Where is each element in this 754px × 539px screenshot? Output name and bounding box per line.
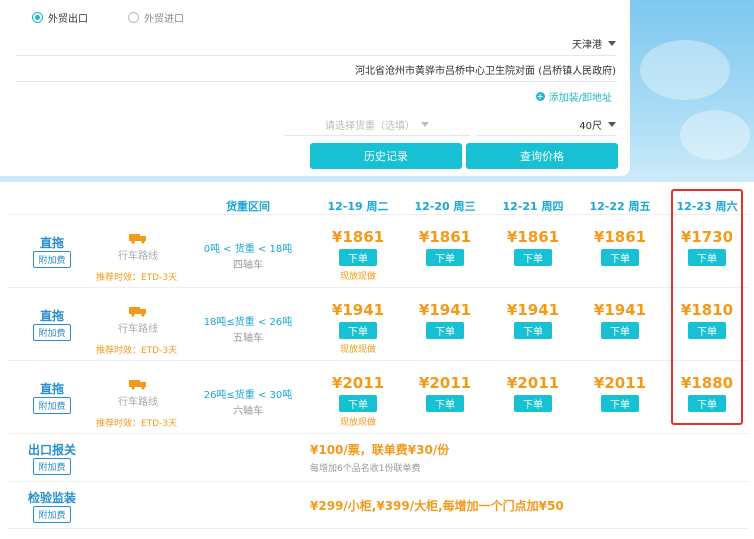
order-button[interactable]: 下单 <box>601 249 639 266</box>
surcharge-tag[interactable]: 附加费 <box>33 397 71 414</box>
service-direct-drag: 直拖 <box>39 309 64 323</box>
plus-circle-icon: + <box>535 92 545 101</box>
surcharge-tag[interactable]: 附加费 <box>33 506 71 523</box>
port-select[interactable]: 天津港 <box>16 32 616 56</box>
eta-text: 推荐时效：ETD-3天 <box>96 273 178 283</box>
order-button[interactable]: 下单 <box>339 322 377 339</box>
chevron-down-icon <box>608 41 616 46</box>
divider <box>8 287 748 288</box>
header-date-3: 12-21 周四 <box>502 200 564 213</box>
weight-range: 0吨 < 货重 < 18吨 <box>203 244 293 255</box>
truck-axle-type: 五轴车 <box>233 333 263 344</box>
order-button[interactable]: 下单 <box>514 395 552 412</box>
chevron-down-icon <box>608 122 616 127</box>
query-price-button[interactable]: 查询价格 <box>466 143 618 169</box>
cash-release-note: 现放现做 <box>339 418 376 428</box>
order-button[interactable]: 下单 <box>426 395 464 412</box>
price-value: ¥1941 <box>593 301 647 319</box>
divider <box>8 481 748 482</box>
eta-text: 推荐时效：ETD-3天 <box>96 346 178 356</box>
header-date-1: 12-19 周二 <box>327 200 389 213</box>
order-button[interactable]: 下单 <box>426 249 464 266</box>
eta-text: 推荐时效：ETD-3天 <box>96 419 178 429</box>
order-button[interactable]: 下单 <box>339 395 377 412</box>
trade-type-radio-group: 外贸出口 外贸进口 <box>32 10 184 25</box>
price-value: ¥1861 <box>506 228 560 246</box>
price-value: ¥1941 <box>418 301 472 319</box>
service-direct-drag: 直拖 <box>39 382 64 396</box>
route-link[interactable]: 行车路线 <box>108 320 168 335</box>
service-export-customs: 出口报关 <box>27 443 76 457</box>
divider <box>8 214 748 215</box>
surcharge-tag[interactable]: 附加费 <box>33 324 71 341</box>
truck-icon <box>129 306 147 317</box>
container-size-select[interactable]: 40尺 <box>476 114 616 136</box>
surcharge-tag[interactable]: 附加费 <box>33 251 71 268</box>
address-field[interactable]: 河北省沧州市黄骅市吕桥中心卫生院对面 (吕桥镇人民政府) <box>16 58 616 82</box>
order-button[interactable]: 下单 <box>601 322 639 339</box>
price-value: ¥1941 <box>331 301 385 319</box>
radio-checked-icon <box>32 12 43 23</box>
order-button[interactable]: 下单 <box>339 249 377 266</box>
order-button[interactable]: 下单 <box>514 322 552 339</box>
weight-range: 18吨≤货重 < 26吨 <box>203 317 293 328</box>
price-value: ¥2011 <box>331 374 385 392</box>
service-inspection: 检验监装 <box>27 491 76 505</box>
order-button[interactable]: 下单 <box>514 249 552 266</box>
radio-export[interactable]: 外贸出口 <box>32 10 88 25</box>
extra-price: ¥100/票，联单费¥30/份 <box>310 443 450 457</box>
divider <box>8 528 748 529</box>
extra-note: 每增加6个品名收1份联单费 <box>310 464 421 474</box>
radio-import[interactable]: 外贸进口 <box>128 10 184 25</box>
cash-release-note: 现放现做 <box>339 272 376 282</box>
order-button[interactable]: 下单 <box>601 395 639 412</box>
cargo-weight-select[interactable]: 请选择货重（选填） <box>284 114 470 136</box>
price-value: ¥1861 <box>331 228 385 246</box>
truck-axle-type: 四轴车 <box>233 260 263 271</box>
truck-icon <box>129 233 147 244</box>
route-link[interactable]: 行车路线 <box>108 247 168 262</box>
price-value: ¥1941 <box>506 301 560 319</box>
truck-icon <box>129 379 147 390</box>
history-button[interactable]: 历史记录 <box>310 143 462 169</box>
order-button[interactable]: 下单 <box>426 322 464 339</box>
weight-range: 26吨≤货重 < 30吨 <box>203 390 293 401</box>
surcharge-tag[interactable]: 附加费 <box>33 458 71 475</box>
divider <box>8 360 748 361</box>
price-value: ¥1861 <box>593 228 647 246</box>
chevron-down-icon <box>421 122 429 127</box>
price-value: ¥2011 <box>506 374 560 392</box>
header-date-4: 12-22 周五 <box>589 200 651 213</box>
header-weight-range: 货重区间 <box>226 200 270 213</box>
highlight-box <box>671 189 743 425</box>
header-date-2: 12-20 周三 <box>414 200 476 213</box>
price-value: ¥2011 <box>418 374 472 392</box>
radio-unchecked-icon <box>128 12 139 23</box>
divider <box>8 433 748 434</box>
extra-price: ¥299/小柜,¥399/大柜,每增加一个门点加¥50 <box>310 499 564 513</box>
truck-axle-type: 六轴车 <box>233 406 263 417</box>
route-link[interactable]: 行车路线 <box>108 393 168 408</box>
add-address-link[interactable]: + 添加装/卸地址 <box>535 89 612 104</box>
price-value: ¥2011 <box>593 374 647 392</box>
service-direct-drag: 直拖 <box>39 236 64 250</box>
quote-form: 外贸出口 外贸进口 天津港 河北省沧州市黄骅市吕桥中心卫生院对面 (吕桥镇人民政… <box>0 0 630 176</box>
price-value: ¥1861 <box>418 228 472 246</box>
cash-release-note: 现放现做 <box>339 345 376 355</box>
